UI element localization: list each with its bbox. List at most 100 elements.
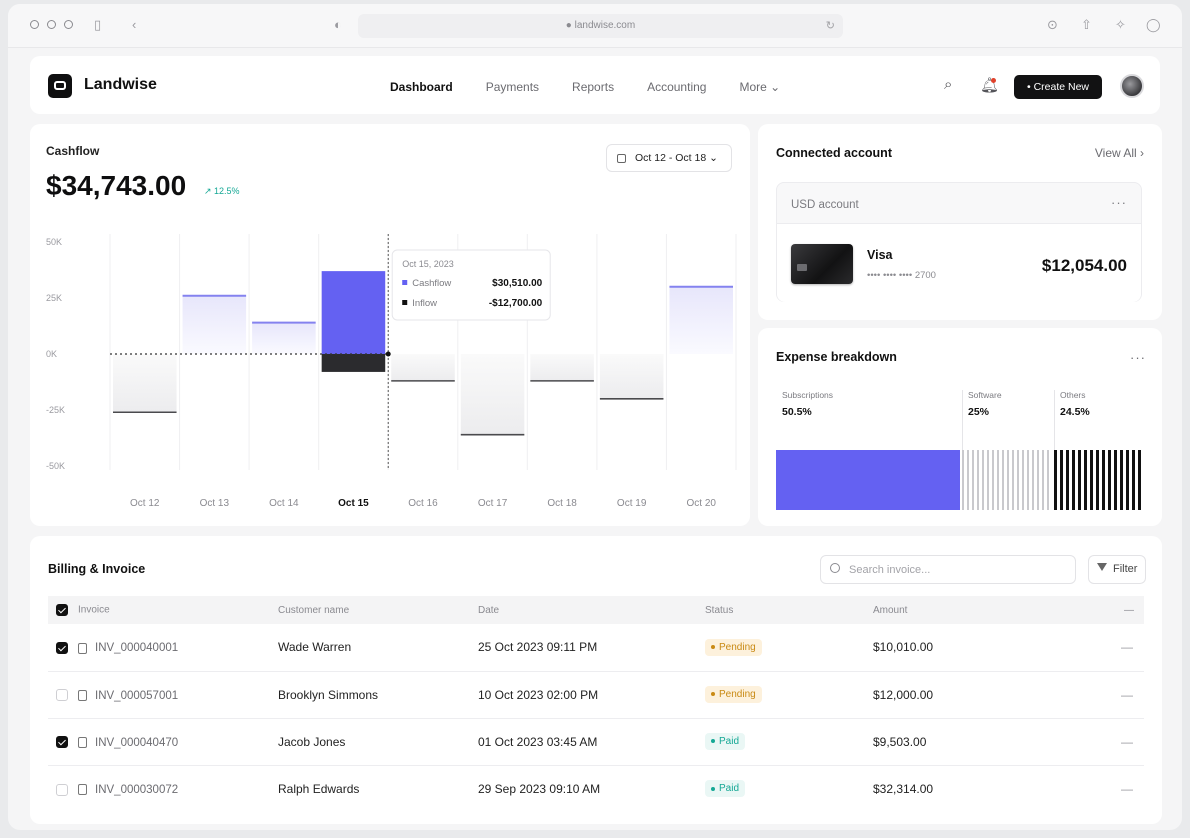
expense-segment-label: Others	[1060, 390, 1086, 400]
segment-divider	[1054, 390, 1055, 450]
maximize-window-icon[interactable]	[64, 20, 73, 29]
window-controls	[30, 20, 73, 29]
nav-item-reports[interactable]: Reports	[572, 80, 614, 94]
legend-swatch	[402, 300, 408, 305]
tabs-icon[interactable]: ◯	[1146, 17, 1161, 33]
table-header: Invoice Customer name Date Status Amount —	[48, 596, 1144, 624]
search-icon[interactable]: ⌕	[944, 76, 952, 93]
logo-icon[interactable]	[48, 74, 72, 98]
invoice-id: INV_000030072	[95, 783, 179, 796]
expense-segment-percent: 50.5%	[782, 406, 812, 418]
table-row[interactable]: INV_000040470 Jacob Jones 01 Oct 2023 03:4…	[48, 718, 1144, 765]
expense-segment-percent: 25%	[968, 406, 990, 418]
chart-bar[interactable]	[669, 286, 733, 354]
expense-segment-label: Subscriptions	[782, 390, 834, 400]
expense-segment-bar[interactable]	[776, 450, 960, 510]
document-icon	[78, 689, 87, 701]
row-checkbox[interactable]	[56, 642, 68, 655]
chart-bar-negative[interactable]	[321, 354, 386, 372]
expense-segment-bar[interactable]	[962, 450, 1052, 510]
table-row[interactable]: INV_000057001 Brooklyn Simmons 10 Oct 2023…	[48, 671, 1144, 718]
download-icon[interactable]: ⊙	[1047, 17, 1058, 33]
sidebar-toggle-icon[interactable]: ▯	[94, 17, 101, 33]
y-tick-label: 25K	[46, 293, 62, 303]
chart-bar[interactable]	[113, 354, 177, 413]
nav-item-dashboard[interactable]: Dashboard	[390, 80, 453, 94]
document-icon	[78, 642, 87, 654]
x-tick-label: Oct 15	[338, 498, 369, 509]
row-checkbox[interactable]	[56, 689, 68, 702]
chart-bar[interactable]	[391, 354, 455, 381]
card-balance: $12,054.00	[1041, 256, 1127, 275]
expense-more-icon[interactable]: ···	[1130, 350, 1146, 365]
browser-window: ▯ ‹ ◐ ● landwise.com ↻ ⊙ ⇧ ✧ ◯ Landwise …	[8, 4, 1182, 830]
avatar[interactable]	[1120, 74, 1144, 98]
chart-bar[interactable]	[321, 271, 386, 354]
invoice-date: 10 Oct 2023 02:00 PM	[478, 687, 599, 702]
extensions-icon[interactable]: ✧	[1115, 17, 1126, 33]
chart-bar[interactable]	[530, 354, 594, 381]
column-header: Status	[705, 596, 873, 624]
cashflow-chart[interactable]: 50K 25K 0K -25K -50K Oct 12 Oct 13 Oct 14 Oct 15…	[30, 124, 750, 526]
url-text: ● landwise.com	[565, 20, 636, 31]
nav-item-accounting[interactable]: Accounting	[647, 80, 706, 94]
card-number: •••• •••• •••• 2700	[867, 270, 936, 281]
back-icon[interactable]: ‹	[132, 17, 136, 33]
chart-bar[interactable]	[182, 295, 247, 354]
shield-icon[interactable]: ◐	[334, 17, 342, 33]
account-card-row: Visa •••• •••• •••• 2700 $12,054.00	[777, 224, 1141, 302]
customer-name: Brooklyn Simmons	[278, 687, 379, 702]
invoice-cell: INV_000040470	[48, 718, 278, 765]
invoice-date: 01 Oct 2023 03:45 AM	[478, 734, 598, 749]
column-header: —	[1111, 596, 1144, 624]
view-all-link[interactable]: View All ›	[1095, 146, 1144, 160]
connected-account-title: Connected account	[776, 146, 892, 160]
account-more-icon[interactable]: ···	[1111, 195, 1127, 210]
chart-bar[interactable]	[599, 354, 664, 399]
billing-card: Billing & Invoice Filter InvoiceCustomer…	[30, 536, 1162, 824]
minimize-window-icon[interactable]	[47, 20, 56, 29]
bell-icon[interactable]: 🔔︎	[980, 76, 999, 94]
column-header: Amount	[873, 596, 1111, 624]
brand-name[interactable]: Landwise	[84, 76, 157, 94]
column-header-label: Customer name	[278, 604, 350, 616]
nav-item-payments[interactable]: Payments	[486, 80, 539, 94]
table-row[interactable]: INV_000030072 Ralph Edwards 29 Sep 2023 09…	[48, 765, 1144, 812]
invoice-id: INV_000040001	[95, 642, 179, 655]
x-tick-label: Oct 12	[130, 498, 160, 509]
notification-dot	[991, 78, 996, 83]
tooltip-value: -$12,700.00	[489, 298, 543, 309]
column-header-label: —	[1124, 604, 1134, 616]
select-all-checkbox[interactable]	[56, 604, 68, 616]
expense-segment-percent: 24.5%	[1060, 406, 1090, 418]
cashflow-card: Cashflow $34,743.00 ↗ 12.5% Oct 12 - Oct…	[30, 124, 750, 526]
reload-icon[interactable]: ↻	[826, 14, 835, 38]
create-new-button[interactable]: • Create New	[1014, 75, 1102, 99]
nav-item-more[interactable]: More ⌄	[739, 80, 780, 94]
row-checkbox[interactable]	[56, 783, 68, 796]
expense-segment-bar[interactable]	[1054, 450, 1144, 510]
x-tick-label: Oct 17	[478, 498, 508, 509]
invoice-cell: INV_000040001	[48, 624, 278, 671]
column-header-label: Invoice	[78, 604, 110, 616]
search-input[interactable]	[820, 555, 1076, 584]
row-checkbox[interactable]	[56, 736, 68, 749]
share-icon[interactable]: ⇧	[1081, 17, 1092, 33]
account-box[interactable]: USD account ··· Visa •••• •••• •••• 2700…	[776, 182, 1142, 302]
chart-bar[interactable]	[460, 354, 525, 435]
address-bar[interactable]: ● landwise.com ↻	[358, 14, 843, 38]
row-more-icon[interactable]: —	[1111, 671, 1144, 718]
row-more-icon[interactable]: —	[1111, 765, 1144, 812]
row-more-icon[interactable]: —	[1111, 718, 1144, 765]
status-cell: Paid	[705, 765, 873, 812]
tooltip-label: Inflow	[412, 298, 437, 309]
search-icon	[830, 563, 840, 573]
column-header-label: Status	[705, 604, 734, 616]
table-row[interactable]: INV_000040001 Wade Warren 25 Oct 2023 09:1…	[48, 624, 1144, 671]
close-window-icon[interactable]	[30, 20, 39, 29]
filter-icon	[1097, 563, 1107, 571]
row-more-icon[interactable]: —	[1111, 624, 1144, 671]
column-header-label: Amount	[873, 604, 908, 616]
chart-bar[interactable]	[252, 322, 316, 354]
browser-toolbar: ▯ ‹ ◐ ● landwise.com ↻ ⊙ ⇧ ✧ ◯	[8, 4, 1182, 48]
